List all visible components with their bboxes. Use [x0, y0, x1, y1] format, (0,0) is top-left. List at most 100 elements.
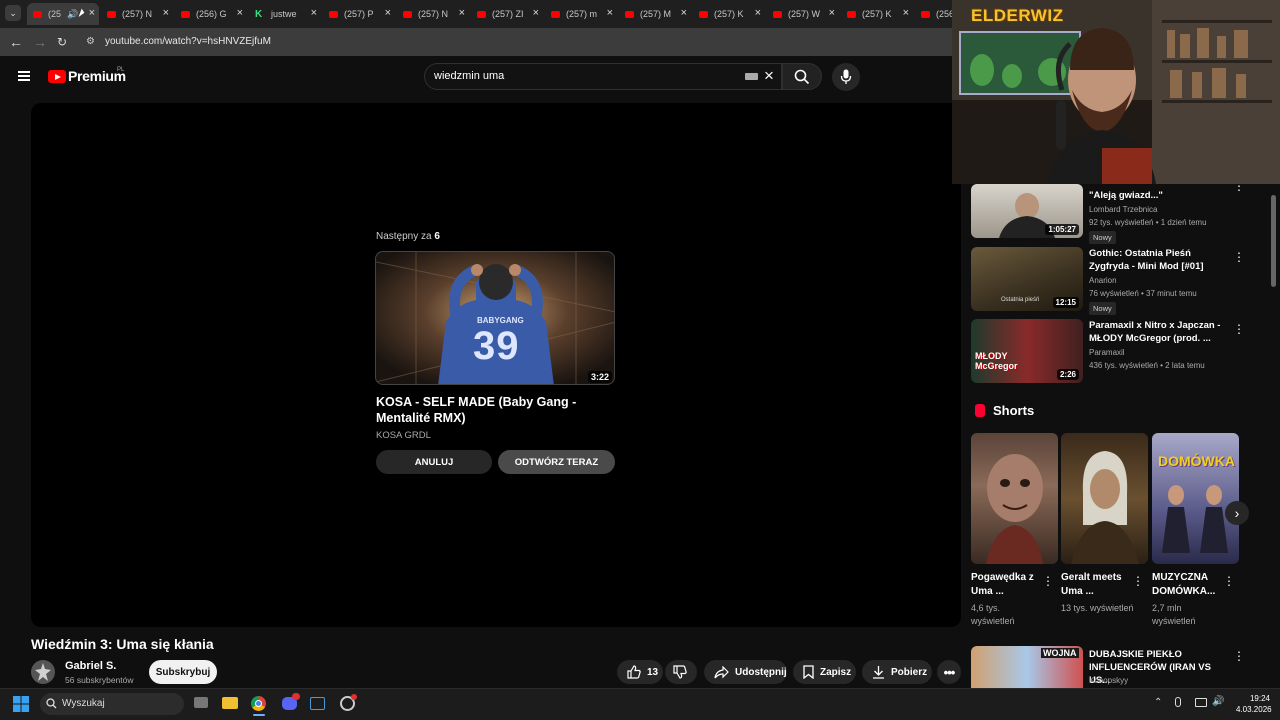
close-tab-icon[interactable]: × — [163, 7, 169, 19]
browser-tab[interactable]: (257) m × — [545, 3, 617, 25]
browser-tab[interactable]: (257) N × — [397, 3, 469, 25]
site-info-icon[interactable]: ⚙ — [86, 36, 95, 47]
reload-icon[interactable]: ↻ — [57, 35, 67, 49]
related-channel[interactable]: Lombard Trzebnica — [1089, 205, 1157, 214]
tab-label: (257) m — [566, 9, 598, 19]
keyboard-icon[interactable] — [745, 73, 758, 80]
windows-taskbar — [0, 688, 1280, 720]
next-video-channel[interactable]: KOSA GRDL — [376, 430, 431, 441]
related-video[interactable]: Ostatnia pieśń 12:15 Gothic: Ostatnia Pi… — [971, 247, 1271, 315]
dislike-button[interactable] — [665, 660, 697, 684]
clear-search-icon[interactable]: × — [764, 66, 774, 86]
close-tab-icon[interactable]: × — [237, 7, 243, 19]
video-title: Wiedźmin 3: Uma się kłania — [31, 636, 214, 652]
menu-icon[interactable] — [18, 71, 30, 81]
short-title[interactable]: Pogawędka z Uma ... — [971, 571, 1046, 599]
browser-tab[interactable]: (257) M × — [619, 3, 691, 25]
browser-tab[interactable]: (257) N × — [101, 3, 173, 25]
close-tab-icon[interactable]: × — [755, 7, 761, 19]
related-video[interactable]: 1:05:27 "Aleją gwiazd..." Lombard Trzebn… — [971, 180, 1271, 244]
scrollbar[interactable] — [1271, 195, 1276, 287]
more-options-icon[interactable]: ⋮ — [1233, 650, 1245, 662]
download-button[interactable]: Pobierz — [862, 660, 932, 684]
thumbnail-text: MŁODY McGregor — [975, 351, 1018, 371]
browser-tab[interactable]: (256 — [915, 3, 955, 25]
browser-tab[interactable]: Kjustwe × — [249, 3, 321, 25]
save-button[interactable]: Zapisz — [793, 660, 856, 684]
browser-tab[interactable]: (257) P × — [323, 3, 395, 25]
browser-tab[interactable]: (257) W × — [767, 3, 839, 25]
taskbar-clock[interactable]: 19:24 4.03.2026 — [1236, 693, 1272, 715]
more-options-icon[interactable]: ⋮ — [1132, 574, 1144, 588]
close-tab-icon[interactable]: × — [89, 7, 95, 19]
short-thumbnail[interactable]: DOMÓWKA — [1152, 433, 1239, 564]
channel-avatar[interactable] — [31, 660, 55, 684]
volume-icon[interactable]: 🔊 — [1212, 696, 1224, 707]
browser-tab[interactable]: (257) K × — [693, 3, 765, 25]
related-title[interactable]: Paramaxil x Nitro x Japczan - MŁODY McGr… — [1089, 319, 1224, 345]
voice-search-button[interactable] — [832, 63, 860, 91]
related-channel[interactable]: Konopskyy — [1089, 676, 1128, 685]
more-options-icon[interactable]: ⋮ — [1233, 323, 1245, 335]
related-thumbnail[interactable]: Ostatnia pieśń 12:15 — [971, 247, 1083, 311]
youtube-logo-icon[interactable] — [48, 70, 66, 83]
file-explorer-icon[interactable] — [222, 697, 238, 709]
close-tab-icon[interactable]: × — [607, 7, 613, 19]
close-tab-icon[interactable]: × — [311, 7, 317, 19]
related-title[interactable]: Gothic: Ostatnia Pieśń Zygfryda - Mini M… — [1089, 247, 1224, 273]
back-arrow-icon[interactable]: ← — [9, 34, 23, 50]
task-view-icon[interactable] — [194, 697, 208, 708]
region-label: PL — [117, 67, 125, 73]
more-options-icon[interactable]: ⋮ — [1233, 251, 1245, 263]
short-thumbnail[interactable] — [1061, 433, 1148, 564]
short-title[interactable]: Geralt meets Uma ... — [1061, 571, 1136, 599]
video-duration: 1:05:27 — [1045, 224, 1079, 235]
speaker-icon[interactable]: 🔊 — [67, 9, 78, 20]
channel-name[interactable]: Gabriel S. — [65, 660, 116, 672]
related-thumbnail[interactable]: WOJNA — [971, 646, 1083, 688]
app-icon[interactable] — [310, 697, 325, 710]
shorts-next-button[interactable]: › — [1225, 501, 1249, 525]
browser-tab[interactable]: (257) ZI × — [471, 3, 543, 25]
related-video[interactable]: MŁODY McGregor 2:26 Paramaxil x Nitro x … — [971, 319, 1271, 383]
close-tab-icon[interactable]: × — [533, 7, 539, 19]
more-actions-button[interactable]: ••• — [937, 660, 961, 684]
close-tab-icon[interactable]: × — [459, 7, 465, 19]
channel-avatar-image — [31, 660, 55, 684]
close-tab-icon[interactable]: × — [903, 7, 909, 19]
webcam-overlay — [952, 0, 1280, 184]
tab-search-button[interactable]: ⌄ — [5, 5, 21, 21]
monitor-tray-icon[interactable] — [1195, 698, 1207, 707]
close-tab-icon[interactable]: × — [829, 7, 835, 19]
download-icon — [873, 666, 884, 679]
subscribe-button[interactable]: Subskrybuj — [149, 660, 217, 684]
related-title[interactable]: "Aleją gwiazd..." — [1089, 189, 1224, 202]
tray-chevron-icon[interactable]: ⌃ — [1154, 697, 1162, 708]
more-options-icon[interactable]: ⋮ — [1042, 574, 1054, 588]
search-button[interactable] — [782, 63, 822, 90]
next-video-title[interactable]: KOSA - SELF MADE (Baby Gang - Mentalité … — [376, 394, 616, 426]
play-now-button[interactable]: ODTWÓRZ TERAZ — [498, 450, 615, 474]
related-thumbnail[interactable]: MŁODY McGregor 2:26 — [971, 319, 1083, 383]
next-video-thumbnail[interactable]: BABYGANG 39 — [375, 251, 615, 385]
related-thumbnail[interactable]: 1:05:27 — [971, 184, 1083, 238]
related-channel[interactable]: Paramaxil — [1089, 348, 1125, 357]
browser-tab-active[interactable]: (25 🔊 × — [27, 3, 99, 25]
related-channel[interactable]: Anarion — [1089, 276, 1117, 285]
short-title[interactable]: MUZYCZNA DOMÓWKA... — [1152, 571, 1227, 599]
browser-tab[interactable]: (256) G × — [175, 3, 247, 25]
related-video[interactable]: WOJNA DUBAJSKIE PIEKŁO INFLUENCERÓW (IRA… — [971, 646, 1271, 688]
cancel-autoplay-button[interactable]: ANULUJ — [376, 450, 492, 474]
windows-start-icon[interactable] — [13, 696, 29, 712]
microphone-tray-icon[interactable] — [1175, 697, 1181, 707]
browser-tab[interactable]: (257) K × — [841, 3, 913, 25]
short-thumbnail[interactable] — [971, 433, 1058, 564]
forward-arrow-icon[interactable]: → — [33, 34, 47, 50]
chrome-icon[interactable] — [251, 696, 266, 711]
close-tab-icon[interactable]: × — [681, 7, 687, 19]
close-tab-icon[interactable]: × — [385, 7, 391, 19]
share-button[interactable]: Udostępnij — [704, 660, 787, 684]
like-button[interactable]: 13 — [617, 660, 663, 684]
more-options-icon[interactable]: ⋮ — [1223, 574, 1235, 588]
url-field[interactable]: youtube.com/watch?v=hsHNVZEjfuM — [105, 36, 271, 47]
